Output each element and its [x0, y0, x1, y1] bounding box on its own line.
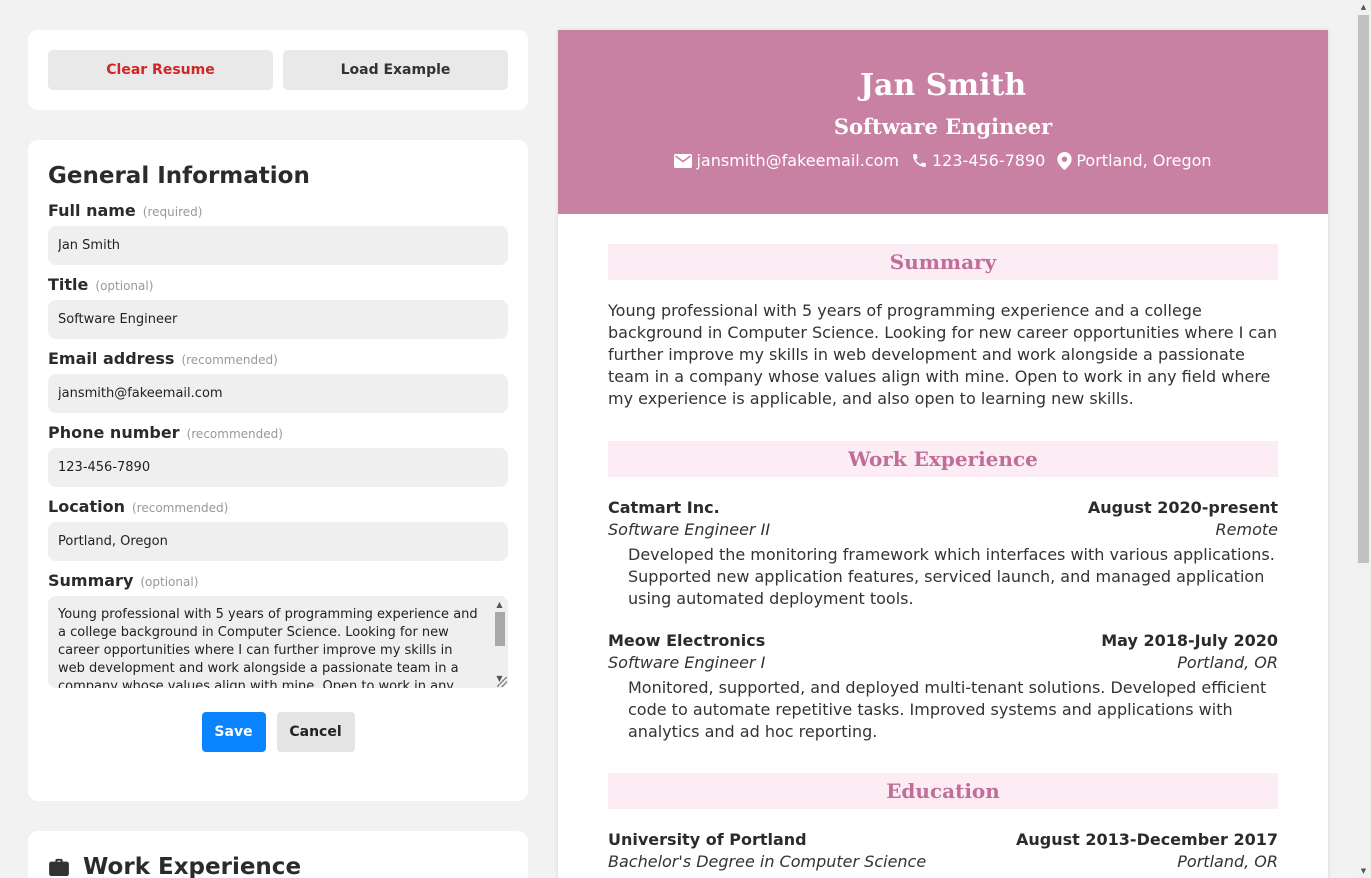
summary-heading: Summary [608, 244, 1278, 280]
contact-phone: 123-456-7890 [911, 151, 1045, 170]
location-input[interactable] [48, 522, 508, 561]
phone-field: Phone number (recommended) [48, 423, 508, 487]
contact-info: jansmith@fakeemail.com 123-456-7890 Port… [558, 151, 1328, 170]
field-label: Full name [48, 201, 136, 220]
page-scroll-up-icon[interactable]: ▲ [1356, 0, 1371, 14]
title-field: Title (optional) [48, 275, 508, 339]
phone-input[interactable] [48, 448, 508, 487]
work-experience-title: Work Experience [83, 854, 302, 878]
field-hint: (required) [142, 205, 203, 219]
degree: Bachelor's Degree in Computer Science [608, 852, 927, 871]
email-icon [674, 153, 693, 168]
phone-icon [913, 154, 926, 167]
job-location: Portland, OR [1177, 653, 1278, 672]
resume-title: Software Engineer [833, 114, 1053, 139]
resume-body: Summary Young professional with 5 years … [558, 214, 1328, 873]
summary-text: Young professional with 5 years of progr… [608, 301, 1278, 408]
title-input[interactable] [48, 300, 508, 339]
save-button[interactable]: Save [201, 712, 266, 752]
contact-location: Portland, Oregon [1057, 151, 1212, 170]
email-text: jansmith@fakeemail.com [696, 151, 899, 170]
resize-handle-icon[interactable] [497, 677, 507, 687]
field-hint: (optional) [140, 575, 199, 589]
job-description: Monitored, supported, and deployed multi… [628, 678, 1267, 741]
scroll-up-icon[interactable]: ▲ [494, 600, 505, 610]
cancel-button[interactable]: Cancel [276, 712, 355, 752]
clear-resume-button[interactable]: Clear Resume [48, 50, 273, 90]
summary-textarea-text: Young professional with 5 years of progr… [58, 607, 478, 688]
field-label: Title [48, 275, 89, 294]
page-scrollbar[interactable]: ▲ ▼ [1356, 0, 1371, 878]
resume-header: Jan Smith Software Engineer jansmith@fak… [558, 30, 1328, 214]
job-dates: August 2020-present [1087, 498, 1278, 517]
form-buttons: Save Cancel [48, 712, 508, 752]
textarea-scrollbar[interactable]: ▲ ▼ [494, 600, 505, 683]
field-label: Summary [48, 571, 134, 590]
job-dates: May 2018-July 2020 [1101, 631, 1278, 650]
field-hint: (recommended) [186, 427, 283, 441]
resume-preview: Jan Smith Software Engineer jansmith@fak… [558, 30, 1328, 878]
resume-name: Jan Smith [859, 68, 1027, 103]
location-pin-icon [1057, 151, 1073, 170]
job-location: Remote [1215, 520, 1278, 539]
summary-textarea[interactable]: Young professional with 5 years of progr… [48, 596, 508, 688]
education-location: Portland, OR [1177, 852, 1278, 871]
location-text: Portland, Oregon [1076, 151, 1212, 170]
work-experience-card[interactable]: Work Experience [28, 831, 528, 878]
summary-field: Summary (optional) Young professional wit… [48, 571, 508, 688]
job-position: Software Engineer II [608, 520, 771, 539]
page-scroll-thumb[interactable] [1358, 15, 1369, 563]
full-name-input[interactable] [48, 226, 508, 265]
field-label: Email address [48, 349, 175, 368]
education-heading: Education [608, 773, 1278, 809]
form-title: General Information [48, 163, 310, 189]
field-hint: (recommended) [131, 501, 229, 515]
scroll-thumb[interactable] [494, 612, 505, 646]
job-company: Meow Electronics [608, 631, 766, 650]
field-hint: (recommended) [181, 353, 278, 367]
job-entry: Meow Electronics May 2018-July 2020 Softw… [608, 630, 1278, 743]
email-field: Email address (recommended) [48, 349, 508, 413]
actions-card: Clear Resume Load Example [28, 30, 528, 110]
general-information-form: General Information Full name (required) … [28, 140, 528, 801]
school-name: University of Portland [608, 830, 807, 849]
location-field: Location (recommended) [48, 497, 508, 561]
page-scroll-down-icon[interactable]: ▼ [1356, 864, 1371, 878]
job-company: Catmart Inc. [608, 498, 720, 517]
phone-text: 123-456-7890 [932, 151, 1046, 170]
full-name-field: Full name (required) [48, 201, 508, 265]
job-position: Software Engineer I [608, 653, 766, 672]
work-experience-heading: Work Experience [608, 441, 1278, 477]
education-entry: University of Portland August 2013-Decemb… [608, 829, 1278, 873]
education-dates: August 2013-December 2017 [1016, 830, 1278, 849]
editor-panel: Clear Resume Load Example General Inform… [28, 30, 528, 878]
load-example-button[interactable]: Load Example [283, 50, 508, 90]
briefcase-icon [49, 858, 69, 876]
contact-email: jansmith@fakeemail.com [674, 151, 899, 170]
job-description: Developed the monitoring framework which… [628, 545, 1275, 608]
field-label: Location [48, 497, 125, 516]
email-input[interactable] [48, 374, 508, 413]
field-hint: (optional) [95, 279, 154, 293]
field-label: Phone number [48, 423, 180, 442]
job-entry: Catmart Inc. August 2020-present Software… [608, 497, 1278, 610]
